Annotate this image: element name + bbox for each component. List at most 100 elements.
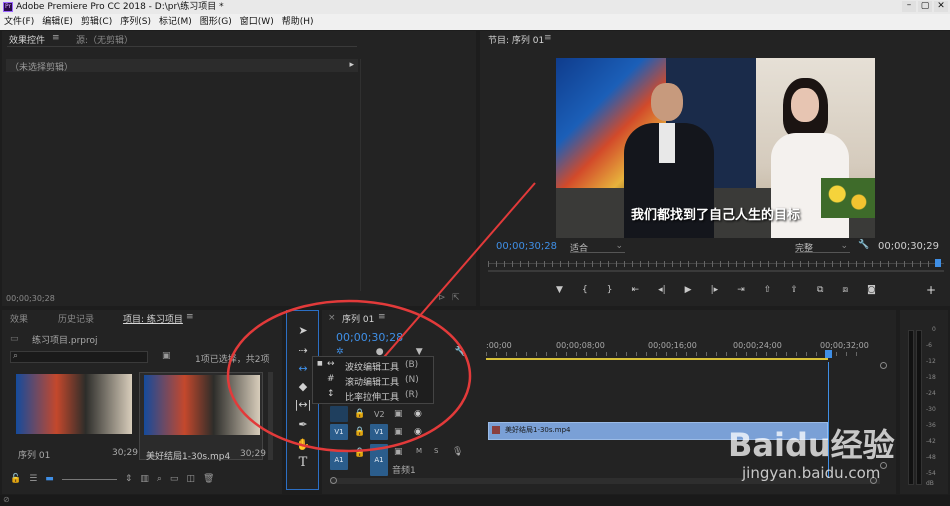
lift-icon[interactable]: ⇧ [764, 285, 772, 299]
go-to-in-icon[interactable]: ⇤ [631, 285, 639, 299]
search-input[interactable]: ⌕ [10, 351, 148, 363]
menu-graphics[interactable]: 图形(G) [196, 14, 236, 30]
work-area-bar[interactable] [486, 358, 828, 360]
flyout-item-rate-stretch[interactable]: ↕ 比率拉伸工具 (R) [313, 389, 433, 403]
source-patch-v1[interactable] [330, 406, 348, 422]
timeline-timecode: 00;00;30;28 [336, 331, 404, 344]
meter-label: -12 [926, 358, 936, 365]
hand-tool-icon[interactable]: ✋ [292, 435, 314, 453]
menu-window[interactable]: 窗口(W) [236, 14, 278, 30]
playhead[interactable] [825, 350, 832, 358]
eye-icon[interactable]: ◉ [414, 427, 422, 437]
solo-button[interactable]: S [434, 447, 438, 455]
mark-out-icon[interactable]: } [607, 285, 613, 299]
ruler-label: :00;00 [486, 341, 512, 350]
new-item-icon[interactable]: ◫ [186, 474, 195, 486]
type-tool-icon[interactable]: T [292, 453, 314, 471]
automate-icon[interactable]: ▥ [140, 474, 149, 486]
tools-flyout-menu: ■ ↔ 波纹编辑工具 (B) # 滚动编辑工具 (N) ↕ 比率拉伸工具 (R) [312, 356, 434, 404]
list-view-icon[interactable]: ☰ [29, 474, 37, 486]
add-marker-icon[interactable]: ▼ [556, 285, 563, 299]
source-patch-a1[interactable]: A1 [330, 450, 348, 470]
eye-icon[interactable]: ◉ [414, 409, 422, 419]
wrench-icon[interactable]: 🔧 [455, 347, 466, 359]
sync-icon[interactable]: ▣ [394, 447, 403, 457]
ripple-edit-tool-icon[interactable]: ↔ [292, 359, 314, 377]
razor-tool-icon[interactable]: ◆ [292, 377, 314, 395]
panel-menu-icon[interactable]: ≡ [378, 312, 386, 322]
camera-icon[interactable]: ◙ [867, 285, 876, 299]
scrollbar[interactable] [268, 372, 273, 460]
selection-tool-icon[interactable]: ➤ [292, 321, 314, 339]
panel-menu-icon[interactable]: ≡ [544, 33, 552, 43]
lock-icon[interactable]: 🔒 [354, 427, 365, 437]
lock-icon[interactable]: 🔒 [354, 448, 365, 458]
source-patch-v1[interactable]: V1 [330, 424, 348, 440]
flyout-item-rolling[interactable]: # 滚动编辑工具 (N) [313, 374, 433, 388]
menu-file[interactable]: 文件(F) [0, 14, 38, 30]
playhead-marker[interactable] [935, 259, 941, 267]
trim-icon[interactable]: ⧈ [842, 285, 848, 299]
wrench-icon[interactable]: 🔧 [858, 240, 869, 250]
lock-icon[interactable]: 🔒 [354, 409, 365, 419]
extract-icon[interactable]: ⇪ [790, 285, 798, 299]
step-back-icon[interactable]: ◂| [658, 285, 666, 299]
export-icon[interactable]: ⇱ [452, 293, 460, 303]
tab-project[interactable]: 项目: 练习项目 [123, 312, 183, 325]
quality-dropdown[interactable]: 完整 ⌄ [795, 241, 850, 254]
track-target-v1[interactable]: V1 [370, 424, 388, 440]
find-icon[interactable]: ⌕ [157, 474, 162, 486]
flyout-item-ripple[interactable]: ■ ↔ 波纹编辑工具 (B) [313, 359, 433, 373]
expand-arrow-icon[interactable]: ▸ [349, 60, 354, 70]
pen-tool-icon[interactable]: ✒ [292, 415, 314, 433]
add-button[interactable]: + [926, 283, 936, 297]
menu-marker[interactable]: 标记(M) [155, 14, 196, 30]
sync-icon[interactable]: ▣ [394, 427, 403, 437]
lock-icon[interactable]: 🔓 [10, 474, 21, 486]
sort-icon[interactable]: ⇕ [125, 474, 133, 486]
menu-help[interactable]: 帮助(H) [278, 14, 318, 30]
project-item[interactable]: 序列 01 30;29 [14, 372, 138, 461]
step-forward-icon[interactable]: |▸ [711, 285, 719, 299]
play-icon[interactable]: ▶ [685, 285, 692, 299]
go-to-out-icon[interactable]: ⇥ [737, 285, 745, 299]
zoom-dropdown[interactable]: 适合 ⌄ [570, 241, 625, 254]
menu-clip[interactable]: 剪辑(C) [77, 14, 116, 30]
effect-controls-panel: 效果控件 ≡ 源:（无剪辑） （未选择剪辑） ▸ 00;00;30;28 ⊳ ⇱ [2, 31, 476, 306]
mark-in-icon[interactable]: { [582, 285, 588, 299]
time-ruler[interactable]: :00;00 00;00;08;00 00;00;16;00 00;00;24;… [486, 338, 869, 362]
tab-source[interactable]: 源:（无剪辑） [76, 33, 133, 46]
delete-icon[interactable]: 🗑 [203, 474, 214, 486]
panel-menu-icon[interactable]: ≡ [52, 33, 60, 43]
new-bin-icon[interactable]: ▣ [162, 351, 171, 361]
microphone-icon[interactable]: 🎙 [452, 447, 463, 457]
track-target-a1[interactable]: A1 [370, 444, 388, 476]
project-file: 练习项目.prproj [32, 336, 98, 346]
close-icon[interactable]: × [328, 313, 336, 323]
flyout-key: (B) [405, 360, 419, 370]
close-button[interactable]: ✕ [934, 1, 948, 12]
icon-view-icon[interactable]: ▬ [45, 474, 54, 486]
panel-menu-icon[interactable]: ≡ [186, 312, 194, 322]
tab-effect-controls[interactable]: 效果控件 [9, 33, 45, 46]
track-select-tool-icon[interactable]: ⇢ [292, 341, 314, 359]
playback-scrubber[interactable] [488, 259, 944, 273]
slip-tool-icon[interactable]: |↔| [292, 395, 314, 413]
zoom-slider[interactable] [61, 474, 117, 480]
scroll-handle-left[interactable] [330, 477, 337, 484]
compare-icon[interactable]: ⧉ [817, 285, 823, 299]
menu-sequence[interactable]: 序列(S) [116, 14, 155, 30]
tab-sequence[interactable]: 序列 01 [342, 312, 374, 325]
scroll-handle-top[interactable] [880, 362, 887, 369]
menu-edit[interactable]: 编辑(E) [38, 14, 77, 30]
minimize-button[interactable]: – [902, 1, 916, 12]
new-bin-icon[interactable]: ▭ [170, 474, 179, 486]
project-item-selected[interactable]: 美好结局1-30s.mp4 30;29 [139, 372, 266, 462]
mute-button[interactable]: M [416, 447, 422, 455]
filter-icon[interactable]: ⊳ [438, 293, 446, 303]
tab-program[interactable]: 节目: 序列 01 [488, 33, 544, 46]
tab-history[interactable]: 历史记录 [58, 312, 94, 325]
maximize-button[interactable]: ▢ [918, 1, 932, 12]
tab-effects[interactable]: 效果 [10, 312, 28, 325]
sync-icon[interactable]: ▣ [394, 409, 403, 419]
